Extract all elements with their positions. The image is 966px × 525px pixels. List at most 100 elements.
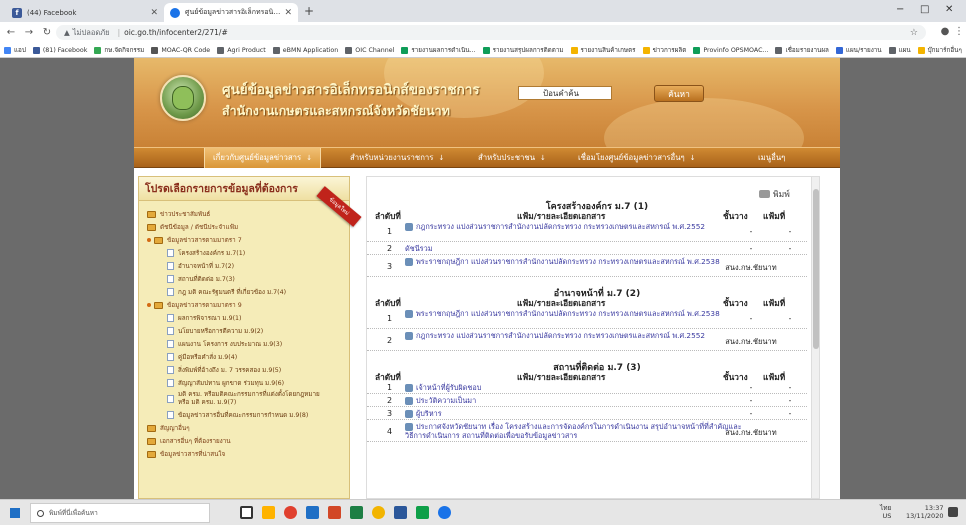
tree-item-document[interactable]: มติ ครม. หรือมติคณะกรรมการที่แต่งตั้งโดย… (167, 391, 328, 407)
file-value: - (788, 409, 792, 418)
excel-icon[interactable] (350, 506, 363, 519)
document-link[interactable]: พระราชกฤษฎีกา แบ่งส่วนราชการสำนักงานปลัด… (405, 257, 747, 266)
bookmark-item[interactable]: (81) Facebook (32, 46, 87, 54)
bookmark-item[interactable]: eBMN Application (272, 46, 338, 54)
task-view-icon[interactable] (240, 506, 253, 519)
bookmark-item[interactable]: รายงานสรุปผลการติดตาม (482, 45, 564, 55)
document-download-icon[interactable] (405, 310, 413, 318)
bookmark-item[interactable]: บุ๊กมาร์กอื่นๆ (917, 45, 962, 55)
taskbar-search[interactable]: พิมพ์ที่นี่เพื่อค้นหา (30, 503, 210, 523)
line-icon[interactable] (416, 506, 429, 519)
bookmark-item[interactable]: OIC Channel (345, 46, 394, 54)
scrollbar[interactable] (811, 177, 819, 498)
tree-item-document[interactable]: อำนาจหน้าที่ ม.7(2) (167, 261, 234, 271)
nav-government-agencies[interactable]: สำหรับหน่วยงานราชการ ↓ (350, 148, 444, 168)
document-download-icon[interactable] (405, 258, 413, 266)
document-link[interactable]: ผู้บริหาร (405, 409, 747, 418)
document-download-icon[interactable] (405, 223, 413, 231)
nav-linked-infocenters[interactable]: เชื่อมโยงศูนย์ข้อมูลข่าวสารอื่นๆ ↓ (578, 148, 696, 168)
file-explorer-icon[interactable] (262, 506, 275, 519)
tree-item-document[interactable]: ผลการพิจารณา ม.9(1) (167, 313, 242, 323)
close-tab-icon[interactable]: ✕ (284, 8, 292, 18)
document-download-icon[interactable] (405, 423, 413, 431)
notifications-icon[interactable] (948, 507, 958, 517)
chrome-icon[interactable] (284, 506, 297, 519)
bookmark-item[interactable]: เชื่อมรายงานผล (775, 45, 829, 55)
input-language[interactable]: ไทย US (880, 504, 891, 520)
back-icon[interactable]: ← (4, 27, 18, 38)
tree-item-folder[interactable]: ดัชนีข้อมูล / ดัชนีประจำแฟ้ม (147, 222, 238, 232)
tree-item-document[interactable]: แผนงาน โครงการ งบประมาณ ม.9(3) (167, 339, 282, 349)
document-link[interactable]: เจ้าหน้าที่ผู้รับผิดชอบ (405, 383, 747, 392)
bookmark-item[interactable]: MOAC-QR Code (151, 46, 211, 54)
bookmark-item[interactable]: รายงานผลการดำเนิน... (401, 45, 476, 55)
maximize-button[interactable]: □ (920, 4, 929, 15)
tree-item-folder[interactable]: ข้อมูลข่าวสารตามมาตรา 7 (147, 235, 242, 245)
bookmark-star-icon[interactable]: ☆ (910, 28, 918, 38)
document-icon (167, 353, 174, 361)
bookmark-item[interactable]: แผน (888, 45, 911, 55)
bookmark-item[interactable]: กษ.จัดกิจกรรม (94, 45, 144, 55)
document-link[interactable]: ดัชนีรวม (405, 244, 747, 253)
document-link[interactable]: ประวัติความเป็นมา (405, 396, 747, 405)
bookmark-item[interactable]: แผน/รายงาน (835, 45, 882, 55)
nav-other-menus[interactable]: เมนูอื่นๆ (758, 148, 785, 168)
tree-item-folder[interactable]: ข้อมูลข่าวสารที่น่าสนใจ (147, 449, 225, 459)
document-download-icon[interactable] (405, 397, 413, 405)
tree-item-document[interactable]: คู่มือหรือคำสั่ง ม.9(4) (167, 352, 237, 362)
bookmark-item[interactable]: ข่าวการผลิต (642, 45, 686, 55)
edge-icon[interactable] (438, 506, 451, 519)
tree-item-document[interactable]: ข้อมูลข่าวสารอื่นที่คณะกรรมการกำหนด ม.9(… (167, 410, 308, 420)
close-tab-icon[interactable]: ✕ (150, 8, 158, 18)
profile-icon[interactable]: ● (938, 26, 952, 37)
print-button[interactable]: พิมพ์ (759, 187, 790, 201)
bookmark-label: MOAC-QR Code (161, 46, 211, 54)
tab-facebook[interactable]: f (44) Facebook ✕ (6, 3, 164, 22)
document-icon (167, 288, 174, 296)
document-link[interactable]: กฎกระทรวง แบ่งส่วนราชการสำนักงานปลัดกระท… (405, 331, 747, 340)
ministry-logo-icon (160, 75, 206, 121)
clock[interactable]: 13:37 13/11/2020 (906, 504, 943, 520)
main-content: โปรดเลือกรายการข้อมูลที่ต้องการ ข้อมูลให… (134, 168, 840, 499)
nav-for-public[interactable]: สำหรับประชาชน ↓ (478, 148, 546, 168)
bookmark-item[interactable]: Provinfo OPSMOAC... (693, 46, 768, 54)
nav-about-infocenter[interactable]: เกี่ยวกับศูนย์ข้อมูลข่าวสาร ↓ (204, 148, 322, 168)
new-tab-button[interactable]: + (304, 4, 314, 18)
tree-item-document[interactable]: สถานที่ติดต่อ ม.7(3) (167, 274, 235, 284)
tree-item-folder[interactable]: เอกสารอื่นๆ ที่ต้องรายงาน (147, 436, 231, 446)
forward-icon[interactable]: → (22, 27, 36, 38)
search-input[interactable]: ป้อนคำค้น (518, 86, 612, 100)
menu-icon[interactable]: ⋮ (952, 26, 966, 37)
url-bar[interactable]: ▲ ไม่ปลอดภัย | oic.go.th/infocenter2/271… (56, 25, 926, 40)
tab-infocenter[interactable]: ศูนย์ข้อมูลข่าวสารอิเล็กทรอนิกส์ข ✕ (164, 3, 298, 22)
shelf-value: - (749, 409, 753, 418)
tree-item-document[interactable]: สิ่งพิมพ์ที่อ้างถึง ม. 7 วรรคสอง ม.9(5) (167, 365, 281, 375)
reload-icon[interactable]: ↻ (40, 27, 54, 38)
document-download-icon[interactable] (405, 384, 413, 392)
powerpoint-icon[interactable] (328, 506, 341, 519)
document-download-icon[interactable] (405, 332, 413, 340)
tree-item-folder[interactable]: ข่าวประชาสัมพันธ์ (147, 209, 210, 219)
tree-item-document[interactable]: สัญญาสัมปทาน ผูกขาด ร่วมทุน ม.9(6) (167, 378, 284, 388)
folder-icon (147, 210, 156, 218)
document-link[interactable]: กฎกระทรวง แบ่งส่วนราชการสำนักงานปลัดกระท… (405, 222, 747, 231)
minimize-button[interactable]: − (896, 4, 904, 15)
windows-start-icon[interactable] (10, 508, 20, 518)
document-link[interactable]: พระราชกฤษฎีกา แบ่งส่วนราชการสำนักงานปลัด… (405, 309, 747, 318)
bookmark-item[interactable]: Agri Product (217, 46, 266, 54)
search-button[interactable]: ค้นหา (654, 85, 704, 102)
document-download-icon[interactable] (405, 410, 413, 418)
tree-item-document[interactable]: กฎ มติ คณะรัฐมนตรี ที่เกี่ยวข้อง ม.7(4) (167, 287, 286, 297)
bookmark-item[interactable]: แอป (4, 45, 26, 55)
close-window-button[interactable]: ✕ (945, 4, 953, 15)
tree-item-folder[interactable]: สัญญาอื่นๆ (147, 423, 190, 433)
bookmark-item[interactable]: รายงานสินค้าเกษตร (570, 45, 636, 55)
app-icon[interactable] (372, 506, 385, 519)
scrollbar-thumb[interactable] (813, 189, 819, 349)
tree-item-document[interactable]: โครงสร้างองค์กร ม.7(1) (167, 248, 245, 258)
document-link[interactable]: ประกาศจังหวัดชัยนาท เรื่อง โครงสร้างและก… (405, 422, 747, 440)
outlook-icon[interactable] (394, 506, 407, 519)
tree-item-document[interactable]: นโยบายหรือการตีความ ม.9(2) (167, 326, 263, 336)
tree-item-folder[interactable]: ข้อมูลข่าวสารตามมาตรา 9 (147, 300, 242, 310)
word-icon[interactable] (306, 506, 319, 519)
